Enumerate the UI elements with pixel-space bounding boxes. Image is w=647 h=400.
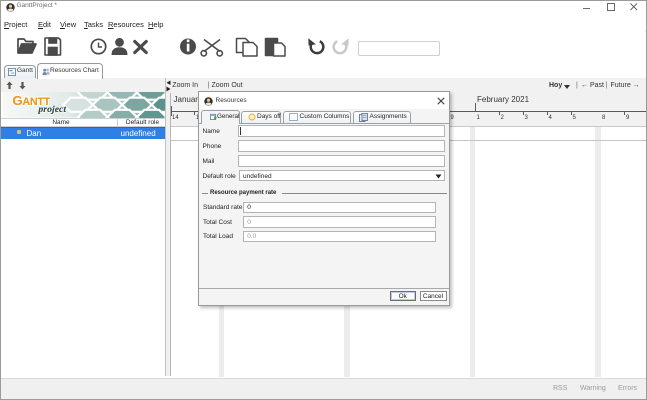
- svg-text:project: project: [37, 104, 66, 115]
